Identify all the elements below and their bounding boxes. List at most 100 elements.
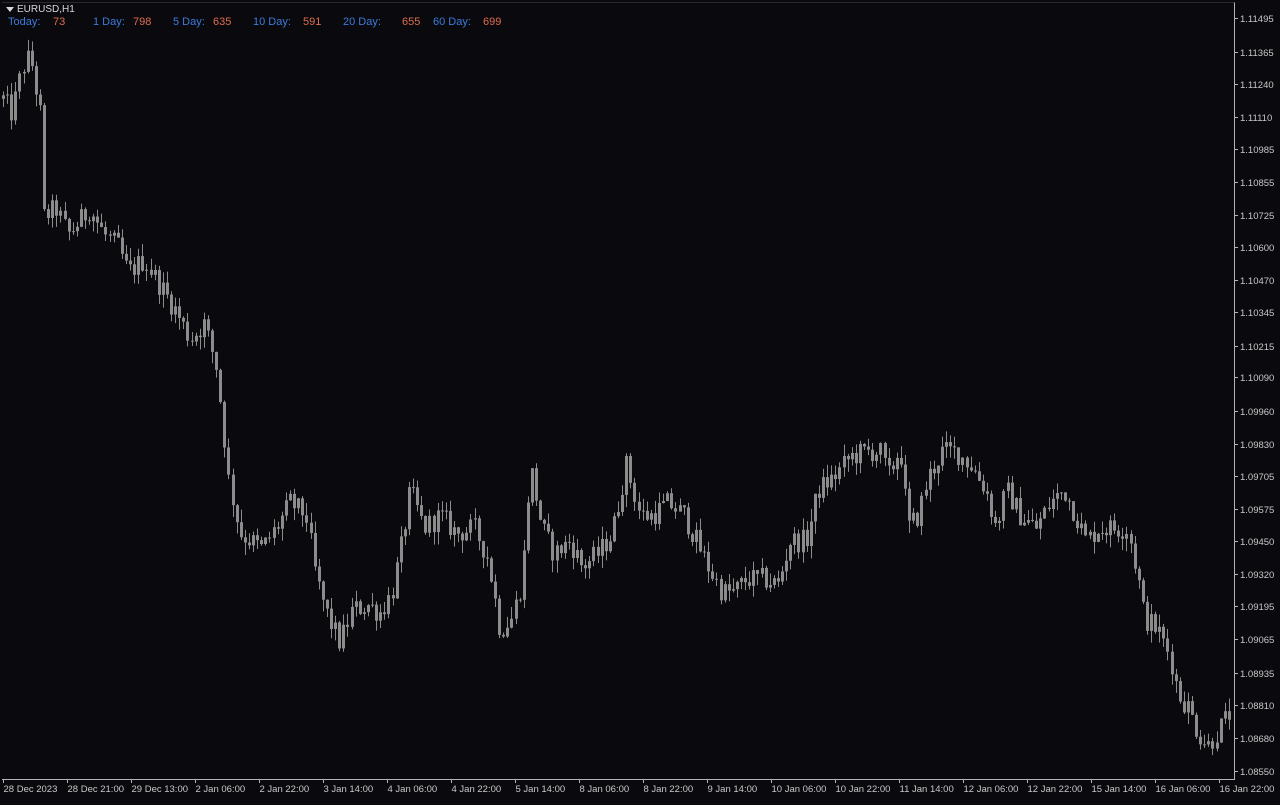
candle — [945, 431, 948, 458]
candle-body — [1191, 701, 1194, 715]
candle — [961, 457, 964, 472]
candle-body — [6, 94, 9, 96]
price-tick-label: 1.09195 — [1240, 602, 1274, 613]
candle-body — [359, 601, 362, 614]
candle-body — [1002, 491, 1005, 521]
candle — [1043, 505, 1046, 520]
candle-body — [1207, 741, 1210, 745]
candle-body — [761, 567, 764, 574]
candle — [834, 465, 837, 492]
candle — [527, 496, 530, 554]
candle-body — [1101, 532, 1104, 534]
candle-body — [531, 468, 534, 503]
candle — [268, 531, 271, 543]
candle-body — [974, 470, 977, 472]
price-tick-label: 1.10470 — [1240, 276, 1274, 287]
candle-body — [35, 66, 38, 95]
candle — [1052, 489, 1055, 518]
time-tick-label: 9 Jan 14:00 — [708, 784, 758, 795]
candle-body — [314, 532, 317, 567]
candle — [642, 498, 645, 521]
time-axis[interactable]: 28 Dec 2023 28 Dec 21:00 29 Dec 13:00 2 Jan… — [3, 779, 1275, 795]
candle-body — [10, 94, 13, 121]
candle-body — [109, 234, 112, 236]
candle-body — [691, 534, 694, 542]
candle-body — [420, 505, 423, 516]
candle-body — [646, 510, 649, 520]
candle — [1179, 677, 1182, 704]
candle-body — [400, 536, 403, 563]
candle — [346, 613, 349, 637]
candle — [27, 39, 30, 74]
candle-body — [580, 550, 583, 566]
candle — [1195, 712, 1198, 740]
candle — [1068, 497, 1071, 511]
candle — [1117, 525, 1120, 543]
candle-body — [375, 604, 378, 621]
candle — [670, 488, 673, 510]
time-tick-label: 15 Jan 14:00 — [1092, 784, 1147, 795]
candle — [916, 511, 919, 528]
candle — [1015, 497, 1018, 513]
candle-body — [568, 541, 571, 543]
price-tick-label: 1.10725 — [1240, 211, 1274, 222]
candle — [248, 533, 251, 550]
candle-body — [59, 210, 62, 216]
candle — [1089, 529, 1092, 540]
candle — [838, 462, 841, 485]
candlestick-chart[interactable]: 1.11495 1.11365 1.11240 1.11110 1.10985 1.108… — [0, 0, 1280, 800]
price-tick-label: 1.09065 — [1240, 635, 1274, 646]
candle-body — [64, 210, 67, 219]
candle — [486, 546, 489, 567]
candle-body — [818, 493, 821, 498]
symbol-selector[interactable]: EURUSD,H1 — [6, 4, 75, 15]
candle — [404, 526, 407, 545]
price-chart[interactable]: 1.11495 1.11365 1.11240 1.11110 1.10985 1.108… — [0, 0, 1280, 800]
candle — [580, 548, 583, 573]
candle — [1113, 513, 1116, 535]
candle — [510, 607, 513, 629]
candle-body — [478, 518, 481, 542]
candle — [1146, 595, 1149, 635]
candle-body — [1216, 742, 1219, 749]
candle — [166, 271, 169, 299]
candle-body — [408, 487, 411, 530]
price-axis[interactable]: 1.11495 1.11365 1.11240 1.11110 1.10985 1.108… — [1234, 14, 1274, 778]
candle — [1134, 536, 1137, 574]
candle — [1060, 492, 1063, 500]
candle — [39, 89, 42, 111]
dropdown-triangle-icon[interactable] — [6, 7, 14, 12]
candle — [59, 206, 62, 223]
candle — [523, 539, 526, 609]
candle-body — [215, 351, 218, 370]
candle-body — [76, 226, 79, 232]
candle-body — [195, 335, 198, 342]
candle-body — [293, 493, 296, 509]
candle-body — [72, 231, 75, 233]
candle-body — [453, 527, 456, 535]
candle-body — [80, 209, 83, 227]
candle-body — [113, 232, 116, 236]
candle-body — [1105, 532, 1108, 536]
candle-body — [957, 447, 960, 465]
candle-body — [1228, 711, 1231, 720]
candle-body — [43, 105, 46, 210]
candle — [326, 599, 329, 617]
candle — [937, 465, 940, 486]
candle-body — [39, 94, 42, 106]
candle — [174, 297, 177, 324]
candle — [84, 207, 87, 229]
price-tick-label: 1.09705 — [1240, 472, 1274, 483]
time-tick-label: 11 Jan 14:00 — [900, 784, 954, 795]
candle — [748, 571, 751, 590]
candle-body — [994, 516, 997, 524]
candle — [695, 522, 698, 554]
candle-body — [830, 474, 833, 488]
time-tick-label: 2 Jan 06:00 — [196, 784, 246, 795]
candle — [154, 264, 157, 281]
candle-body — [428, 515, 431, 533]
candle — [244, 529, 247, 556]
candle-body — [879, 443, 882, 455]
candle — [683, 505, 686, 515]
candle-body — [1175, 674, 1178, 682]
